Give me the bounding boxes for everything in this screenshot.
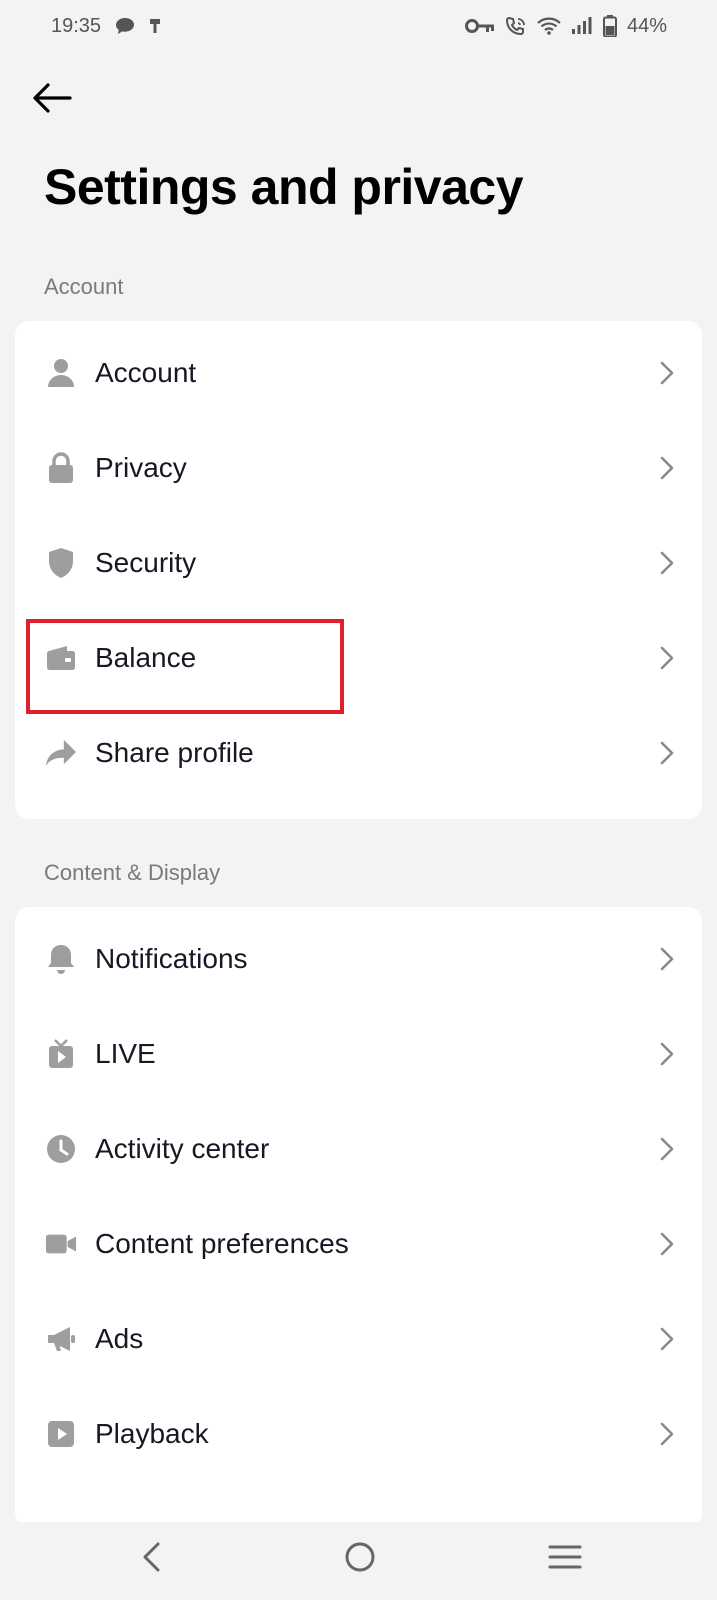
row-playback[interactable]: Playback (15, 1386, 702, 1481)
row-label: Share profile (95, 736, 254, 768)
recents-icon (548, 1544, 582, 1575)
usb-icon (149, 17, 161, 35)
recents-button[interactable] (535, 1534, 595, 1584)
row-share-profile[interactable]: Share profile (15, 705, 702, 800)
wifi-icon (537, 17, 561, 35)
chevron-right-icon (660, 1042, 674, 1066)
chevron-right-icon (660, 1327, 674, 1351)
row-account[interactable]: Account (15, 325, 702, 420)
share-arrow-icon (45, 737, 77, 769)
battery-percent: 44% (626, 14, 667, 37)
bell-icon (45, 943, 77, 975)
row-label: Notifications (95, 942, 248, 974)
home-icon (344, 1541, 376, 1578)
content-display-card: Notifications LIVE Activity center Conte… (15, 907, 702, 1527)
account-settings-card: Account Privacy Security Balance Share p… (15, 321, 702, 819)
row-security[interactable]: Security (15, 515, 702, 610)
chevron-right-icon (660, 456, 674, 480)
wallet-icon (45, 642, 77, 674)
system-navigation-bar (0, 1522, 717, 1600)
clock-icon (45, 1133, 77, 1165)
chevron-right-icon (660, 1422, 674, 1446)
megaphone-icon (45, 1323, 77, 1355)
wifi-calling-icon (505, 16, 527, 36)
row-label: Playback (95, 1417, 209, 1449)
home-button[interactable] (330, 1534, 390, 1584)
row-label: LIVE (95, 1037, 156, 1069)
chevron-right-icon (660, 551, 674, 575)
nav-back-button[interactable] (121, 1534, 181, 1584)
row-balance[interactable]: Balance (15, 610, 702, 705)
arrow-left-icon (32, 82, 72, 119)
row-label: Content preferences (95, 1227, 349, 1259)
row-ads[interactable]: Ads (15, 1291, 702, 1386)
battery-icon (602, 15, 617, 37)
row-label: Account (95, 356, 197, 388)
row-activity-center[interactable]: Activity center (15, 1101, 702, 1196)
chevron-right-icon (660, 646, 674, 670)
row-notifications[interactable]: Notifications (15, 911, 702, 1006)
back-button[interactable] (28, 76, 76, 124)
nav-back-icon (140, 1541, 162, 1578)
row-label: Privacy (95, 451, 187, 483)
row-label: Security (95, 546, 197, 578)
row-privacy[interactable]: Privacy (15, 420, 702, 515)
lock-icon (45, 451, 77, 484)
video-camera-icon (45, 1228, 77, 1260)
row-label: Activity center (95, 1132, 270, 1164)
row-label: Balance (95, 641, 197, 673)
signal-icon (571, 17, 593, 35)
status-bar: 19:35 44% (0, 0, 717, 52)
page-title: Settings and privacy (44, 159, 524, 215)
chat-bubble-icon (115, 17, 135, 35)
play-icon (45, 1418, 77, 1450)
tv-icon (45, 1038, 77, 1070)
section-label-account: Account (44, 274, 124, 299)
chevron-right-icon (660, 741, 674, 765)
person-icon (45, 357, 77, 389)
row-live[interactable]: LIVE (15, 1006, 702, 1101)
section-label-content-display: Content & Display (44, 860, 221, 885)
row-content-preferences[interactable]: Content preferences (15, 1196, 702, 1291)
chevron-right-icon (660, 947, 674, 971)
chevron-right-icon (660, 1137, 674, 1161)
status-time: 19:35 (51, 14, 102, 37)
chevron-right-icon (660, 1232, 674, 1256)
chevron-right-icon (660, 361, 674, 385)
shield-icon (45, 547, 77, 579)
vpn-key-icon (464, 18, 495, 34)
row-label: Ads (95, 1322, 144, 1354)
